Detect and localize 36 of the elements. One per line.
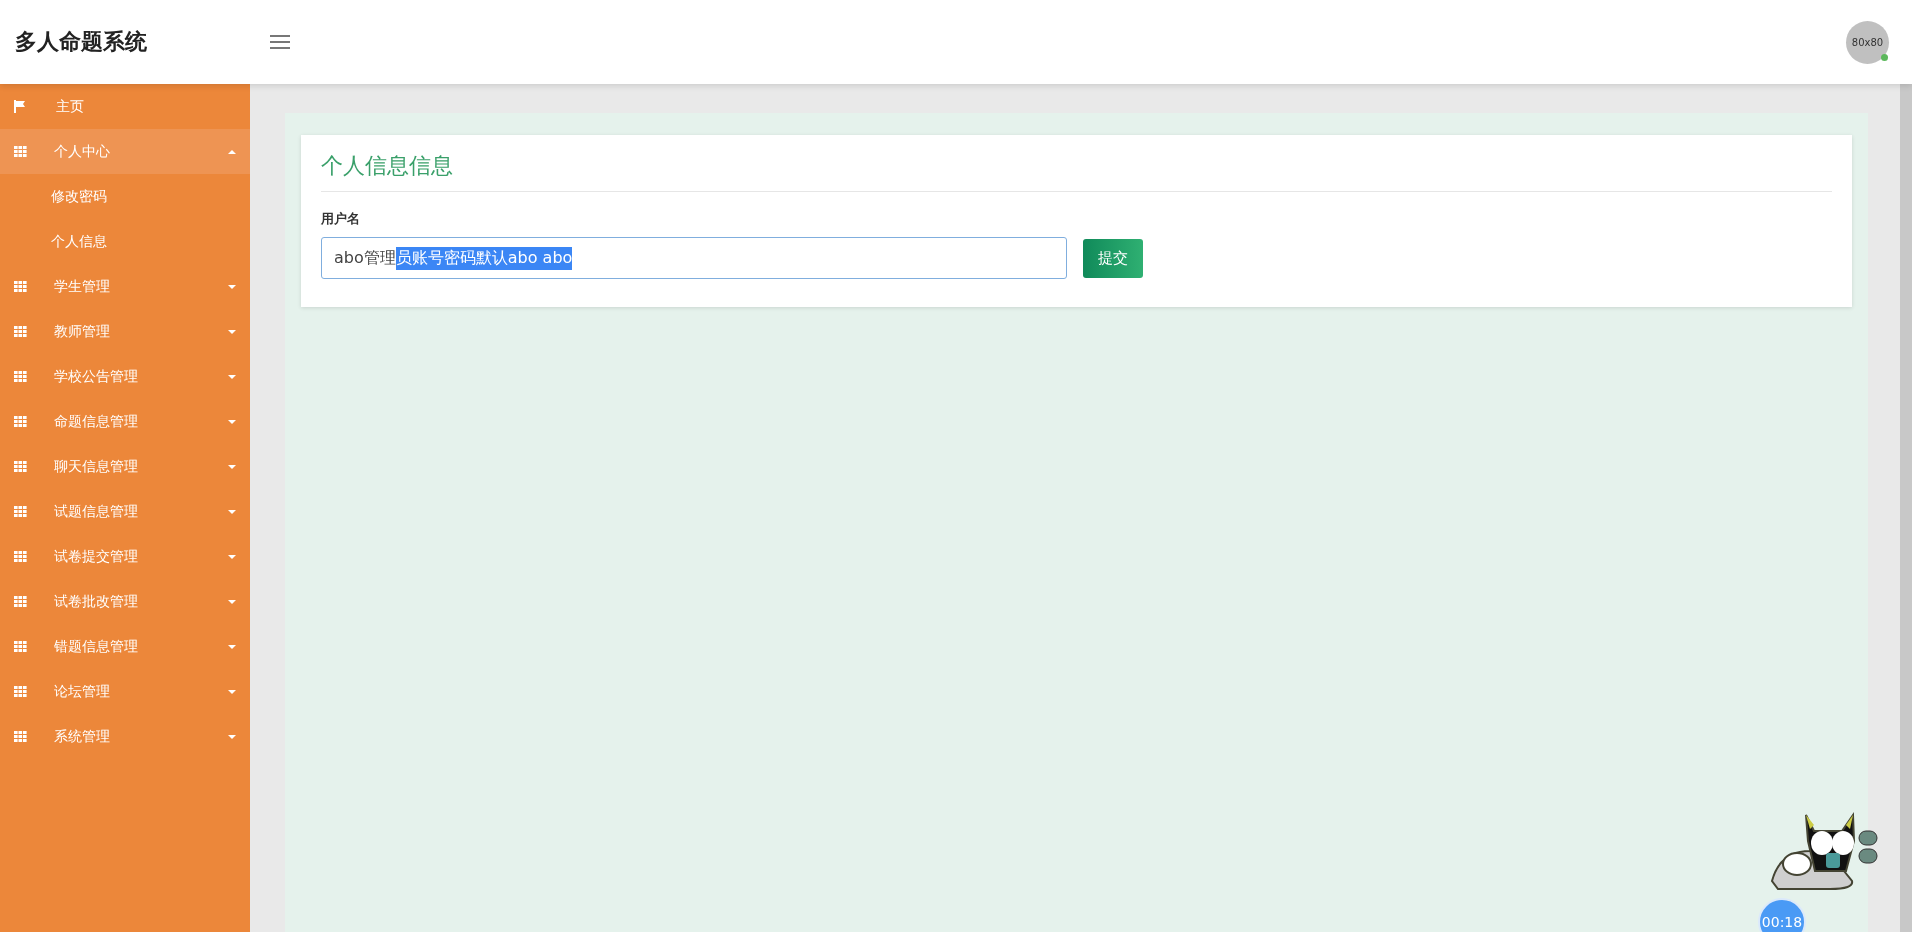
submit-button[interactable]: 提交 bbox=[1083, 238, 1143, 278]
grid-icon bbox=[14, 371, 27, 382]
grid-icon bbox=[14, 731, 27, 742]
menu-icon[interactable] bbox=[270, 35, 290, 49]
scrollbar[interactable] bbox=[1900, 84, 1912, 932]
form-title: 个人信息信息 bbox=[321, 151, 1832, 192]
flag-icon bbox=[14, 100, 26, 113]
sidebar-item[interactable]: 个人中心 bbox=[0, 129, 250, 174]
sidebar-item[interactable]: 聊天信息管理 bbox=[0, 444, 250, 489]
grid-icon bbox=[14, 596, 27, 607]
sidebar-item[interactable]: 试题信息管理 bbox=[0, 489, 250, 534]
grid-icon bbox=[14, 506, 27, 517]
sidebar-item[interactable]: 学生管理 bbox=[0, 264, 250, 309]
app-title: 多人命题系统 bbox=[14, 28, 148, 56]
submenu-item[interactable]: 个人信息 bbox=[0, 219, 250, 264]
grid-icon bbox=[14, 416, 27, 427]
submenu-item[interactable]: 修改密码 bbox=[0, 174, 250, 219]
grid-icon bbox=[14, 686, 27, 697]
grid-icon bbox=[14, 146, 27, 157]
grid-icon bbox=[14, 641, 27, 652]
sidebar-item[interactable]: 论坛管理 bbox=[0, 669, 250, 714]
grid-icon bbox=[14, 551, 27, 562]
sidebar-item[interactable]: 系统管理 bbox=[0, 714, 250, 759]
sidebar-item[interactable]: 教师管理 bbox=[0, 309, 250, 354]
sidebar-item[interactable]: 学校公告管理 bbox=[0, 354, 250, 399]
sidebar-item[interactable]: 错题信息管理 bbox=[0, 624, 250, 669]
sidebar-item[interactable]: 命题信息管理 bbox=[0, 399, 250, 444]
sidebar-item[interactable]: 主页 bbox=[0, 84, 250, 129]
avatar-text: 80x80 bbox=[1851, 36, 1884, 48]
sidebar-item[interactable]: 试卷批改管理 bbox=[0, 579, 250, 624]
avatar[interactable]: 80x80 bbox=[1846, 20, 1889, 64]
field-label: 用户名 bbox=[321, 210, 361, 228]
sidebar-item[interactable]: 试卷提交管理 bbox=[0, 534, 250, 579]
grid-icon bbox=[14, 281, 27, 292]
grid-icon bbox=[14, 461, 27, 472]
grid-icon bbox=[14, 326, 27, 337]
